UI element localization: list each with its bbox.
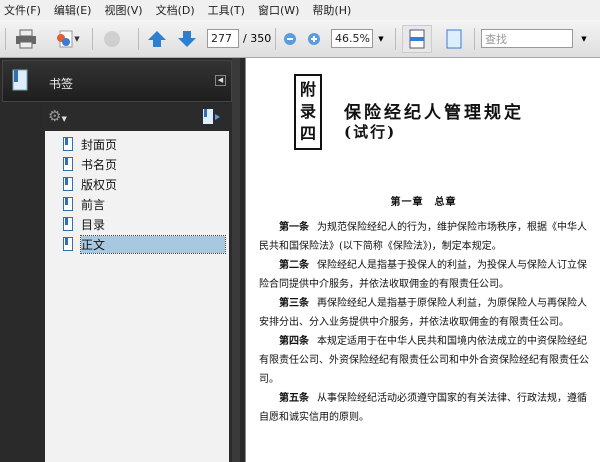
bookmark-icon	[63, 137, 73, 151]
menu-view[interactable]: 视图(V)	[104, 2, 142, 18]
appendix-char: 附	[299, 80, 316, 99]
panel-options-bar: ⚙▼	[42, 104, 232, 130]
bookmark-label: 版权页	[81, 177, 118, 192]
panel-header: 书签 ◀	[2, 60, 232, 102]
bookmark-item[interactable]: 书名页	[63, 155, 117, 173]
article-label: 第二条	[279, 260, 309, 271]
collapse-panel-button[interactable]: ◀	[215, 75, 226, 86]
fit-page-button[interactable]	[442, 28, 466, 50]
divider	[474, 28, 475, 50]
bookmark-label: 正文	[80, 234, 226, 254]
fit-page-icon	[446, 29, 462, 49]
plus-circle-icon	[308, 33, 320, 45]
menu-file[interactable]: 文件(F)	[4, 2, 41, 18]
bookmark-icon	[63, 197, 73, 211]
divider	[5, 28, 6, 50]
divider	[395, 28, 396, 50]
bookmark-icon	[63, 217, 73, 231]
bookmark-item[interactable]: 版权页	[63, 175, 117, 193]
appendix-label: 附 录 四	[294, 74, 322, 150]
document-page: 附 录 四 保险经纪人管理规定 (试行) 第一章 总章 第一条 为规范保险经纪人的…	[245, 58, 600, 462]
fit-width-button[interactable]	[402, 25, 432, 53]
panel-title: 书签	[49, 77, 74, 91]
document-title: 保险经纪人管理规定	[344, 103, 524, 123]
bookmark-panel-icon	[12, 69, 28, 91]
article: 第二条 保险经纪人是指基于投保人的利益，为投保人与保险人订立保险合同提供中介服务，…	[259, 256, 593, 294]
minus-circle-icon	[284, 33, 296, 45]
options-gear-icon[interactable]: ⚙▼	[48, 107, 67, 125]
article-label: 第四条	[279, 336, 309, 347]
fit-width-icon	[409, 29, 425, 49]
previous-page-button[interactable]	[146, 28, 168, 50]
article-label: 第五条	[279, 393, 309, 404]
printer-icon	[16, 29, 36, 49]
bookmark-item[interactable]: 封面页	[63, 135, 117, 153]
menu-bar: 文件(F) 编辑(E) 视图(V) 文档(D) 工具(T) 窗口(W) 帮助(H…	[0, 0, 600, 20]
bookmark-label: 书名页	[81, 157, 118, 172]
page-number-input[interactable]: 277	[207, 29, 239, 48]
divider	[138, 28, 139, 50]
search-input[interactable]: 查找	[481, 29, 573, 48]
bookmark-icon	[63, 177, 73, 191]
bookmark-item-selected[interactable]: 正文	[63, 234, 226, 254]
menu-window[interactable]: 窗口(W)	[258, 2, 299, 18]
bookmark-label: 目录	[81, 217, 106, 232]
menu-tools[interactable]: 工具(T)	[208, 2, 245, 18]
bookmark-item[interactable]: 前言	[63, 195, 105, 213]
bookmark-label: 封面页	[81, 137, 118, 152]
page-total: / 350	[243, 32, 272, 45]
panel-splitter[interactable]	[232, 58, 240, 462]
article: 第四条 本规定适用于在中华人民共和国境内依法成立的中资保险经纪有限责任公司、外资保…	[259, 332, 593, 389]
article: 第五条 从事保险经纪活动必须遵守国家的有关法律、行政法规，遵循自愿和诚实信用的原则…	[259, 389, 593, 427]
zoom-dropdown-icon[interactable]: ▼	[375, 28, 387, 50]
appendix-char: 四	[299, 124, 316, 143]
arrow-down-icon	[178, 31, 196, 47]
bookmark-icon	[63, 237, 73, 251]
article: 第一条 为规范保险经纪人的行为，维护保险市场秩序，根据《中华人民共和国保险法》(以…	[259, 218, 593, 256]
chapter-heading: 第一章 总章	[390, 197, 457, 208]
share-button[interactable]	[100, 28, 124, 50]
dropdown-arrow-icon: ▼	[74, 35, 80, 43]
divider	[92, 28, 93, 50]
expand-bookmark-icon[interactable]	[202, 108, 222, 126]
bookmark-icon	[63, 157, 73, 171]
article: 第三条 再保险经纪人是指基于原保险人利益，为原保险人与再保险人安排分出、分入业务提…	[259, 294, 593, 332]
bookmark-list: 封面页 书名页 版权页 前言 目录 正文	[45, 131, 229, 462]
divider	[275, 28, 276, 50]
zoom-out-button[interactable]	[282, 28, 298, 50]
toolbar: ▼ 277 / 350 46.5% ▼ 查找 ▼	[0, 20, 600, 58]
search-dropdown-icon[interactable]: ▼	[578, 28, 590, 50]
menu-edit[interactable]: 编辑(E)	[54, 2, 92, 18]
bookmark-item[interactable]: 目录	[63, 215, 105, 233]
collaborate-button[interactable]: ▼	[50, 28, 84, 50]
users-doc-icon	[57, 30, 73, 48]
article-label: 第一条	[279, 222, 309, 233]
bookmarks-panel: 书签 ◀ ⚙▼ 封面页 书名页 版权页 前言 目录 正文	[0, 58, 245, 462]
bookmark-label: 前言	[81, 197, 106, 212]
zoom-level-input[interactable]: 46.5%	[331, 29, 373, 48]
menu-help[interactable]: 帮助(H)	[312, 2, 351, 18]
zoom-in-button[interactable]	[306, 28, 322, 50]
arrow-up-icon	[148, 31, 166, 47]
globe-icon	[104, 31, 120, 47]
article-label: 第三条	[279, 298, 309, 309]
menu-document[interactable]: 文档(D)	[156, 2, 195, 18]
document-subtitle: (试行)	[344, 123, 397, 141]
appendix-char: 录	[299, 102, 316, 121]
next-page-button[interactable]	[176, 28, 198, 50]
print-button[interactable]	[14, 28, 38, 50]
